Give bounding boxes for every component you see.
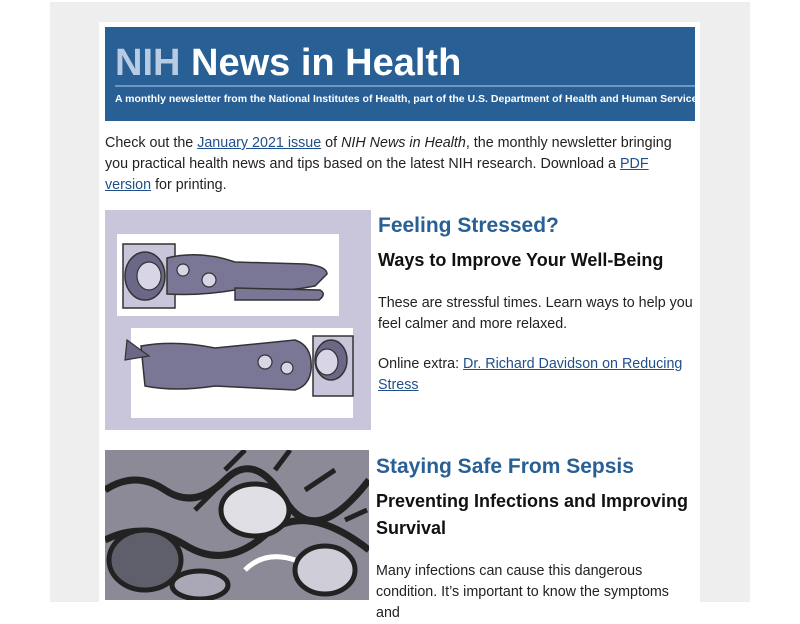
stress-illustration-svg — [105, 210, 371, 430]
story-sepsis: Staying Safe From Sepsis Preventing Infe… — [376, 454, 696, 624]
sepsis-illustration-svg — [105, 450, 369, 600]
story-subtitle: Preventing Infections and Improving Surv… — [376, 491, 689, 538]
banner-title: NIH News in Health — [115, 43, 461, 83]
intro-text: for printing. — [151, 177, 227, 193]
banner-subtitle: A monthly newsletter from the National I… — [115, 93, 695, 105]
intro-text: of — [321, 135, 342, 151]
story-summary: These are stressful times. Learn ways to… — [378, 295, 693, 332]
online-extra: Online extra: Dr. Richard Davidson on Re… — [378, 354, 698, 396]
issue-link[interactable]: January 2021 issue — [197, 135, 321, 151]
story-title[interactable]: Staying Safe From Sepsis — [376, 454, 696, 480]
intro-text: Check out the — [105, 135, 198, 151]
banner-title-rest: News in Health — [180, 42, 462, 84]
publication-name: NIH News in Health — [341, 135, 466, 151]
story-stress: Feeling Stressed? Ways to Improve Your W… — [378, 213, 698, 396]
banner-divider — [115, 85, 695, 87]
newsletter-banner: NIH News in Health A monthly newsletter … — [105, 27, 695, 121]
intro-paragraph: Check out the January 2021 issue of NIH … — [105, 133, 697, 196]
germs-illustration[interactable] — [105, 450, 369, 600]
story-subtitle: Ways to Improve Your Well-Being — [378, 250, 664, 270]
online-extra-label: Online extra: — [378, 356, 464, 372]
story-summary: Many infections can cause this dangerous… — [376, 563, 669, 621]
people-lying-down-illustration[interactable] — [105, 210, 371, 430]
banner-title-nih: NIH — [115, 42, 181, 84]
story-title[interactable]: Feeling Stressed? — [378, 213, 698, 239]
